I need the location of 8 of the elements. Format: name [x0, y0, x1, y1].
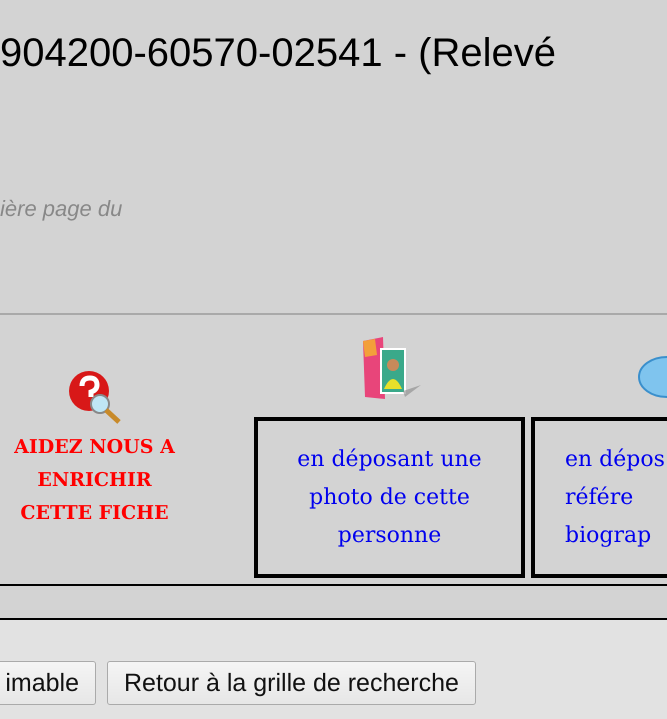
page-subtitle: ière page du	[0, 196, 124, 222]
action-button[interactable]: imable	[0, 661, 96, 705]
upload-link-card[interactable]: en dépos référe biograp	[531, 417, 667, 578]
action-button[interactable]: Retour à la grille de recherche	[107, 661, 476, 705]
upload-link-card[interactable]: en déposant une photo de cette personne	[254, 417, 525, 578]
help-message: AIDEZ NOUS A ENRICHIR CETTE FICHE	[13, 435, 176, 526]
help-search-icon	[66, 369, 122, 425]
page-title: 904200-60570-02541 - (Relevé	[0, 30, 557, 76]
